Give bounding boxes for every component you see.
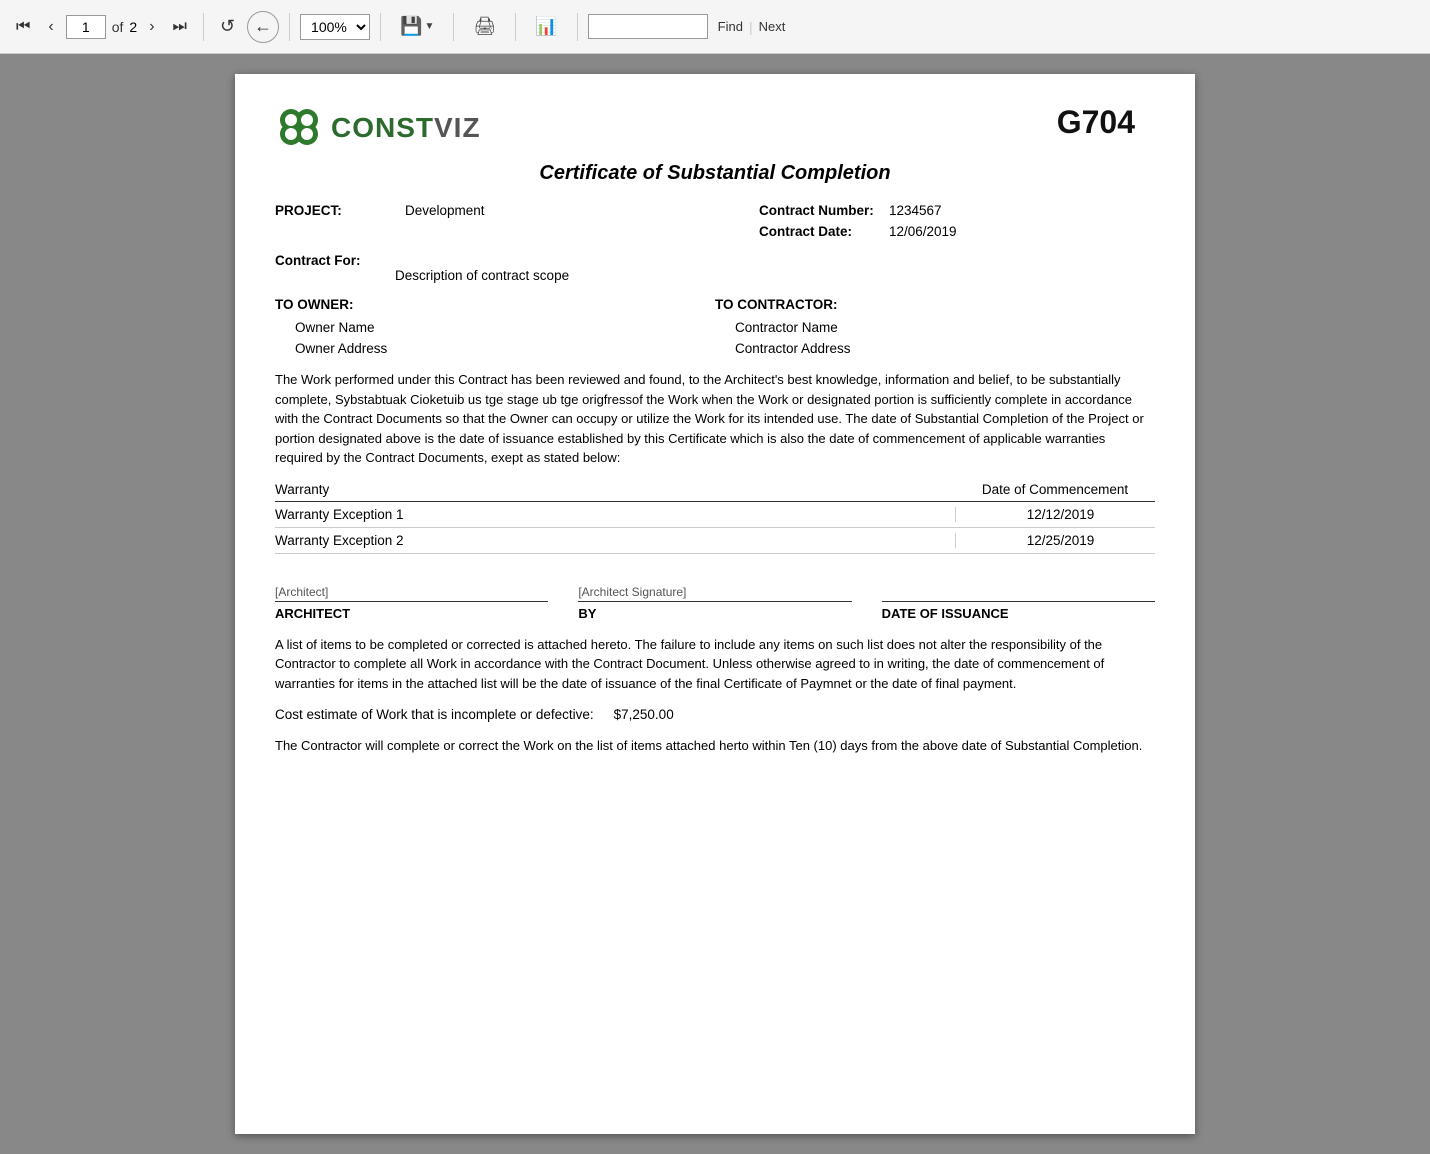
sig-block-architect: [Architect] ARCHITECT — [275, 574, 548, 621]
signature-section: [Architect] ARCHITECT [Architect Signatu… — [275, 574, 1155, 621]
refresh-button[interactable]: ↺ — [214, 12, 241, 41]
logo-icon — [275, 104, 323, 152]
document-page: CONSTVIZ G704 Certificate of Substantial… — [235, 74, 1195, 1134]
print-button[interactable]: 🖨 — [464, 11, 505, 42]
back-button[interactable]: ← — [247, 11, 279, 43]
sig-line-2: [Architect Signature] — [578, 574, 851, 602]
warranty-name-1: Warranty Exception 1 — [275, 507, 955, 522]
contract-for-value: Description of contract scope — [395, 268, 1155, 283]
sig1-label: ARCHITECT — [275, 606, 548, 621]
find-next-separator: | — [749, 19, 753, 35]
to-contractor-header: TO CONTRACTOR: — [715, 297, 1155, 312]
total-pages-label: 2 — [129, 19, 137, 35]
to-owner-header: TO OWNER: — [275, 297, 715, 312]
sig-block-date: DATE OF ISSUANCE — [882, 574, 1155, 621]
doc-id: G704 — [1057, 104, 1155, 141]
cost-value: $7,250.00 — [614, 707, 674, 722]
to-contractor-section: TO CONTRACTOR: Contractor Name Contracto… — [715, 297, 1155, 356]
contract-date-row: Contract Date: 12/06/2019 — [759, 224, 1155, 239]
contract-date-value: 12/06/2019 — [889, 224, 957, 239]
contract-number-value: 1234567 — [889, 203, 942, 218]
contract-for-label: Contract For: — [275, 253, 361, 268]
separator-1 — [203, 13, 204, 41]
separator-4 — [453, 13, 454, 41]
find-input[interactable] — [588, 14, 708, 39]
warranty-col1-header: Warranty — [275, 482, 955, 497]
separator-6 — [577, 13, 578, 41]
sig-block-by: [Architect Signature] BY — [578, 574, 851, 621]
project-value: Development — [405, 203, 485, 218]
find-label: Find — [718, 19, 743, 34]
save-dropdown-icon: ▼ — [424, 21, 434, 32]
of-label: of — [112, 19, 124, 35]
sig2-placeholder: [Architect Signature] — [578, 585, 686, 599]
logo-text: CONSTVIZ — [331, 112, 481, 144]
contract-number-row: Contract Number: 1234567 — [759, 203, 1155, 218]
project-row: PROJECT: Development — [275, 203, 759, 218]
doc-header: CONSTVIZ G704 — [275, 104, 1155, 152]
sig-line-1: [Architect] — [275, 574, 548, 602]
warranty-section: Warranty Date of Commencement Warranty E… — [275, 482, 1155, 554]
body-text: The Work performed under this Contract h… — [275, 370, 1155, 468]
separator-2 — [289, 13, 290, 41]
logo-area: CONSTVIZ — [275, 104, 481, 152]
owner-name: Owner Name — [295, 320, 715, 335]
print-icon: 🖨 — [473, 16, 496, 37]
logo-const: CONST — [331, 112, 434, 143]
warranty-row-1: Warranty Exception 1 12/12/2019 — [275, 502, 1155, 528]
contractor-address: Contractor Address — [735, 341, 1155, 356]
chart-icon: 📊 — [535, 16, 557, 37]
warranty-date-2: 12/25/2019 — [955, 533, 1155, 548]
separator-5 — [515, 13, 516, 41]
logo-viz: VIZ — [434, 112, 481, 143]
save-icon: 💾 — [400, 16, 422, 37]
first-page-button[interactable]: ⏮ — [10, 14, 36, 40]
warranty-col2-header: Date of Commencement — [955, 482, 1155, 497]
contractor-name: Contractor Name — [735, 320, 1155, 335]
warranty-date-1: 12/12/2019 — [955, 507, 1155, 522]
project-info: PROJECT: Development Contract Number: 12… — [275, 203, 1155, 245]
project-label: PROJECT: — [275, 203, 405, 218]
warranty-name-2: Warranty Exception 2 — [275, 533, 955, 548]
page-number-input[interactable] — [66, 15, 106, 39]
sig1-placeholder: [Architect] — [275, 585, 328, 599]
chart-button[interactable]: 📊 — [526, 11, 566, 42]
next-label[interactable]: Next — [759, 19, 786, 34]
toolbar: ⏮ ‹ of 2 › ⏭ ↺ ← 100% 50% 75% 125% 150% … — [0, 0, 1430, 54]
final-text: The Contractor will complete or correct … — [275, 736, 1155, 756]
next-page-button[interactable]: › — [143, 14, 160, 40]
save-button[interactable]: 💾 ▼ — [391, 11, 443, 42]
contract-for-row: Contract For: Description of contract sc… — [275, 253, 1155, 283]
sig-line-3 — [882, 574, 1155, 602]
project-left: PROJECT: Development — [275, 203, 759, 245]
sig2-label: BY — [578, 606, 851, 621]
last-page-button[interactable]: ⏭ — [167, 14, 193, 40]
warranty-row-2: Warranty Exception 2 12/25/2019 — [275, 528, 1155, 554]
contract-date-label: Contract Date: — [759, 224, 889, 239]
zoom-select[interactable]: 100% 50% 75% 125% 150% 200% — [300, 14, 370, 40]
warranty-header: Warranty Date of Commencement — [275, 482, 1155, 502]
doc-title: Certificate of Substantial Completion — [275, 162, 1155, 185]
prev-page-button[interactable]: ‹ — [42, 14, 59, 40]
bottom-text: A list of items to be completed or corre… — [275, 635, 1155, 694]
sig3-label: DATE OF ISSUANCE — [882, 606, 1155, 621]
cost-label: Cost estimate of Work that is incomplete… — [275, 707, 594, 722]
separator-3 — [380, 13, 381, 41]
owner-address: Owner Address — [295, 341, 715, 356]
project-right: Contract Number: 1234567 Contract Date: … — [759, 203, 1155, 245]
cost-row: Cost estimate of Work that is incomplete… — [275, 707, 1155, 722]
to-owner-section: TO OWNER: Owner Name Owner Address — [275, 297, 715, 356]
to-section: TO OWNER: Owner Name Owner Address TO CO… — [275, 297, 1155, 356]
document-area: CONSTVIZ G704 Certificate of Substantial… — [0, 54, 1430, 1154]
contract-number-label: Contract Number: — [759, 203, 889, 218]
